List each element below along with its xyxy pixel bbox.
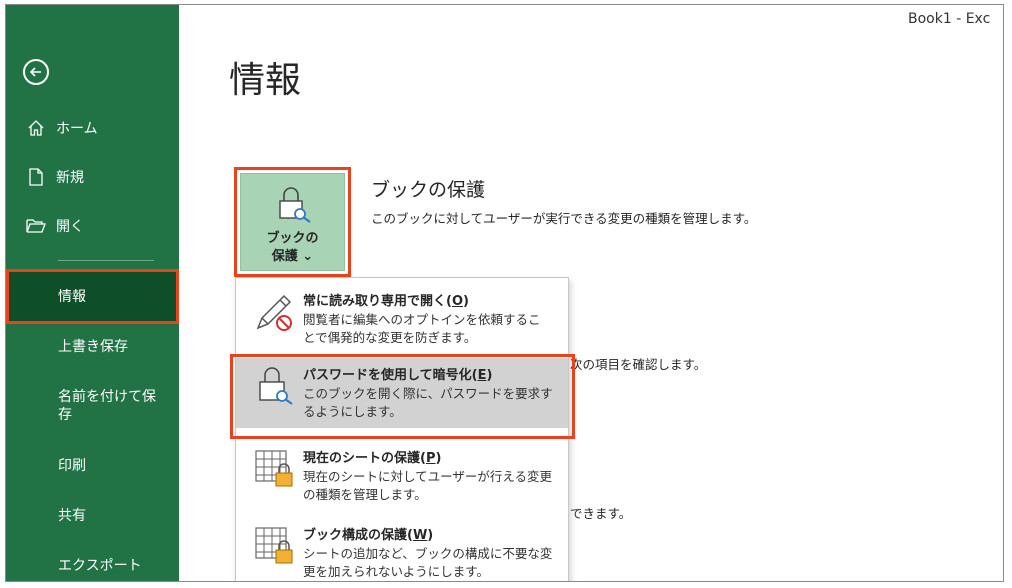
nav-print[interactable]: 印刷 [6,442,179,490]
menu-item-title: 現在のシートの保護(P) [303,451,442,466]
nav-share-label: 共有 [58,508,86,524]
protect-workbook-label: ブックの 保護 ⌄ [266,230,318,266]
nav-print-label: 印刷 [58,458,86,474]
menu-item-desc: シートの追加など、ブックの構成に不要な変更を加えられないようにします。 [303,546,553,579]
lock-key-icon [259,367,293,405]
nav-home-label: ホーム [56,121,98,137]
nav-share[interactable]: 共有 [6,492,179,540]
menu-item-read-only[interactable]: 常に読み取り専用で開く(O) 閲覧者に編集へのオプトインを依頼することで偶発的な… [236,284,568,354]
menu-item-protect-structure[interactable]: ブック構成の保護(W) シートの追加など、ブックの構成に不要な変更を加えられない… [236,518,568,581]
nav-save-label: 上書き保存 [58,339,128,355]
protect-label-line2: 保護 ⌄ [271,249,314,264]
nav-new[interactable]: 新規 [6,153,179,201]
nav-new-label: 新規 [56,170,84,186]
nav-info-label: 情報 [58,288,86,305]
menu-item-title: パスワードを使用して暗号化(E) [303,368,493,383]
menu-item-title: 常に読み取り専用で開く(O) [303,294,469,309]
sheet-lock-icon [255,450,293,487]
menu-item-desc: 現在のシートに対してユーザーが行える変更の種類を管理します。 [303,469,553,502]
versions-desc-partial: できます。 [570,506,632,521]
menu-item-desc: 閲覧者に編集へのオプトインを依頼することで偶発的な変更を防ぎます。 [303,312,541,345]
menu-item-protect-sheet[interactable]: 現在のシートの保護(P) 現在のシートに対してユーザーが行える変更の種類を管理し… [236,441,568,511]
inspect-desc-partial: 次の項目を確認します。 [570,357,707,372]
backstage-sidebar: ホーム 新規 開く 情報 上書き保存 名前を付けて保存 印刷 共有 エクスポート [6,5,179,581]
back-arrow-icon [29,67,41,77]
nav-export-label: エクスポート [58,558,142,574]
protect-workbook-button[interactable]: ブックの 保護 ⌄ [234,167,351,277]
nav-home[interactable]: ホーム [6,104,179,152]
page-title: 情報 [229,60,302,101]
menu-item-encrypt-password[interactable]: パスワードを使用して暗号化(E) このブックを開く際に、パスワードを要求するよう… [236,358,568,428]
nav-info[interactable]: 情報 [6,269,179,324]
workbook-lock-icon [255,527,293,564]
menu-item-desc: このブックを開く際に、パスワードを要求するようにします。 [303,386,553,419]
nav-open-label: 開く [56,219,84,235]
back-button[interactable] [23,59,49,85]
window-title: Book1 - Exc [908,11,991,27]
pencil-no-icon [256,294,292,331]
section-description: このブックに対してユーザーが実行できる変更の種類を管理します。 [371,211,757,226]
section-title: ブックの保護 [371,179,486,201]
home-icon [26,118,46,138]
nav-export[interactable]: エクスポート [6,542,179,581]
nav-open[interactable]: 開く [6,202,179,250]
menu-item-title: ブック構成の保護(W) [303,528,434,543]
nav-save[interactable]: 上書き保存 [6,323,179,371]
new-file-icon [26,167,46,187]
folder-open-icon [26,216,46,236]
excel-backstage: Book1 - Exc ホーム 新規 開く 情報 上書き保存 名前を付けて保存 … [5,4,1004,582]
nav-save-as[interactable]: 名前を付けて保存 [6,377,179,435]
protect-dropdown-menu: 常に読み取り専用で開く(O) 閲覧者に編集へのオプトインを依頼することで偶発的な… [235,277,569,581]
protect-label-line1: ブックの [266,231,319,246]
lock-key-icon [278,187,311,223]
protect-workbook-inner: ブックの 保護 ⌄ [240,173,345,271]
nav-save-as-label: 名前を付けて保存 [58,389,156,423]
nav-divider [58,260,154,261]
